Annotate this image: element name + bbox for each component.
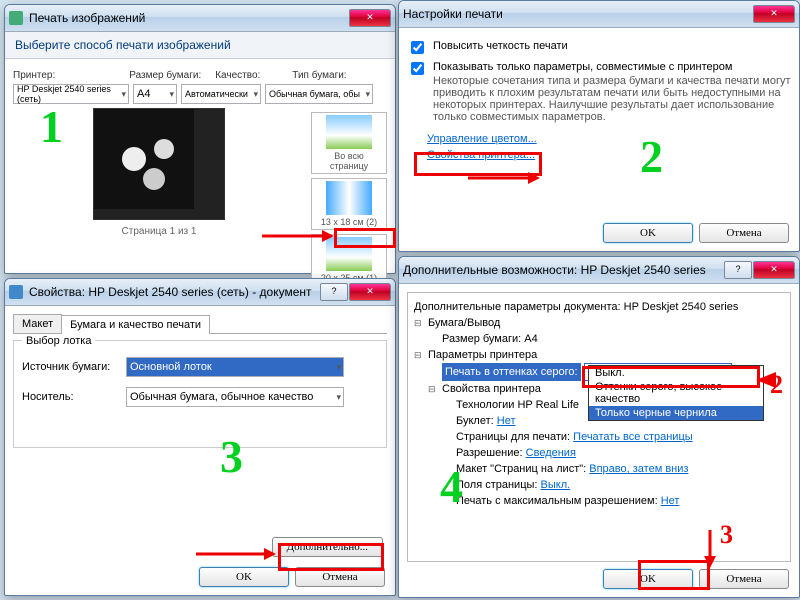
leaf-resolution[interactable]: Разрешение: Сведения — [442, 445, 784, 461]
close-icon[interactable]: ✕ — [753, 5, 795, 23]
compat-label: Показывать только параметры, совместимые… — [433, 61, 791, 73]
titlebar[interactable]: Настройки печати ✕ — [399, 1, 799, 28]
printer-label: Принтер: — [13, 70, 55, 81]
cancel-button[interactable]: Отмена — [699, 223, 789, 243]
quality-label: Качество: — [215, 70, 260, 81]
panel-header: Выберите способ печати изображений — [5, 32, 395, 59]
node-paper[interactable]: Бумага/Вывод Размер бумаги: A4 — [414, 315, 784, 347]
help-icon[interactable]: ? — [320, 283, 348, 301]
advanced-options-window: Дополнительные возможности: HP Deskjet 2… — [398, 256, 800, 598]
window-title: Настройки печати — [403, 7, 753, 21]
compat-note: Некоторые сочетания типа и размера бумаг… — [433, 75, 791, 123]
tab-paper-quality[interactable]: Бумага и качество печати — [61, 315, 210, 334]
papertype-label: Тип бумаги: — [292, 70, 346, 81]
leaf-pages[interactable]: Страницы для печати: Печатать все страни… — [442, 429, 784, 445]
window-title: Свойства: HP Deskjet 2540 series (сеть) … — [29, 285, 320, 299]
opt-highq[interactable]: Оттенки серого, высокое качество — [589, 380, 763, 406]
leaf-maxdpi[interactable]: Печать с максимальным разрешением: Нет — [442, 493, 784, 509]
media-label: Носитель: — [22, 391, 122, 403]
tree-container: Дополнительные параметры документа: HP D… — [407, 292, 791, 562]
titlebar[interactable]: Дополнительные возможности: HP Deskjet 2… — [399, 257, 799, 284]
opt-off[interactable]: Выкл. — [589, 366, 763, 380]
ok-button[interactable]: OK — [199, 567, 289, 587]
quality-select[interactable]: Автоматически — [181, 84, 261, 104]
leaf-margins[interactable]: Поля страницы: Выкл. — [442, 477, 784, 493]
sharpen-checkbox[interactable] — [411, 41, 424, 54]
opt-blackink[interactable]: Только черные чернила — [589, 406, 763, 420]
tree-root: Дополнительные параметры документа: HP D… — [414, 299, 784, 315]
cancel-button[interactable]: Отмена — [295, 567, 385, 587]
ok-button[interactable]: OK — [603, 223, 693, 243]
source-label: Источник бумаги: — [22, 361, 122, 373]
printer-properties-window: Свойства: HP Deskjet 2540 series (сеть) … — [4, 278, 396, 596]
size-label: Размер бумаги: — [129, 70, 201, 81]
leaf-papersize[interactable]: Размер бумаги: A4 — [428, 331, 784, 347]
papertype-select[interactable]: Обычная бумага, обы — [265, 84, 373, 104]
sharpen-label: Повысить четкость печати — [433, 40, 568, 52]
size-select[interactable]: A4 — [133, 84, 177, 104]
advanced-button[interactable]: Дополнительно... — [272, 537, 383, 557]
page-indicator: Страница 1 из 1 — [13, 226, 305, 237]
titlebar[interactable]: Свойства: HP Deskjet 2540 series (сеть) … — [5, 279, 395, 306]
printer-select[interactable]: HP Deskjet 2540 series (сеть) — [13, 84, 129, 104]
titlebar[interactable]: Печать изображений ✕ — [5, 5, 395, 32]
printer-props-link[interactable]: Свойства принтера... — [427, 149, 535, 161]
ok-button[interactable]: OK — [603, 569, 693, 589]
layout-thumbs: Во всю страницу 13 x 18 см (2) 20 x 25 с… — [311, 108, 387, 290]
tray-group-title: Выбор лотка — [22, 335, 95, 347]
window-title: Печать изображений — [29, 11, 349, 25]
help-icon[interactable]: ? — [724, 261, 752, 279]
close-icon[interactable]: ✕ — [349, 283, 391, 301]
print-pictures-window: Печать изображений ✕ Выберите способ печ… — [4, 4, 396, 274]
thumb-13x18[interactable]: 13 x 18 см (2) — [311, 178, 387, 230]
thumb-fullpage[interactable]: Во всю страницу — [311, 112, 387, 174]
app-icon — [9, 285, 23, 299]
source-select[interactable]: Основной лоток — [126, 357, 344, 377]
grayscale-dropdown-list[interactable]: Выкл. Оттенки серого, высокое качество Т… — [588, 365, 764, 421]
tab-layout[interactable]: Макет — [13, 314, 62, 333]
compat-checkbox[interactable] — [411, 62, 424, 75]
leaf-layout[interactable]: Макет "Страниц на лист": Вправо, затем в… — [442, 461, 784, 477]
app-icon — [9, 11, 23, 25]
close-icon[interactable]: ✕ — [753, 261, 795, 279]
preview-image — [93, 108, 225, 220]
cancel-button[interactable]: Отмена — [699, 569, 789, 589]
color-mgmt-link[interactable]: Управление цветом... — [427, 133, 537, 145]
media-select[interactable]: Обычная бумага, обычное качество — [126, 387, 344, 407]
window-title: Дополнительные возможности: HP Deskjet 2… — [403, 263, 724, 277]
close-icon[interactable]: ✕ — [349, 9, 391, 27]
print-settings-window: Настройки печати ✕ Повысить четкость печ… — [398, 0, 800, 252]
